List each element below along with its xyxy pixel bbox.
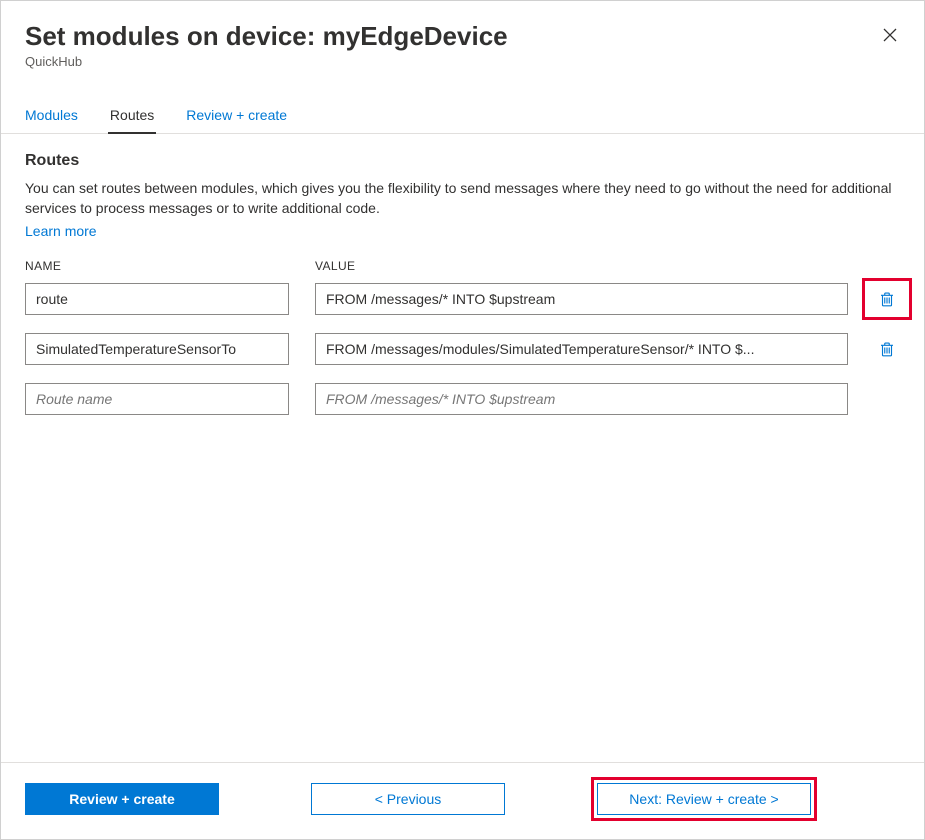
close-icon <box>882 27 898 43</box>
route-row <box>25 333 900 365</box>
section-description: You can set routes between modules, whic… <box>25 178 900 219</box>
route-name-input-empty[interactable] <box>25 383 289 415</box>
close-button[interactable] <box>878 23 902 50</box>
learn-more-link[interactable]: Learn more <box>25 223 97 239</box>
delete-route-button[interactable] <box>874 290 900 308</box>
route-value-input[interactable] <box>315 283 848 315</box>
trash-icon <box>878 290 896 308</box>
previous-button[interactable]: < Previous <box>311 783 505 815</box>
column-header-name: NAME <box>25 259 289 273</box>
route-value-input[interactable] <box>315 333 848 365</box>
column-header-value: VALUE <box>315 259 848 273</box>
hub-name: QuickHub <box>25 54 900 69</box>
route-value-input-empty[interactable] <box>315 383 848 415</box>
route-name-input[interactable] <box>25 283 289 315</box>
route-name-input[interactable] <box>25 333 289 365</box>
route-row-new <box>25 383 900 415</box>
next-button[interactable]: Next: Review + create > <box>597 783 811 815</box>
section-title: Routes <box>25 152 900 170</box>
route-row <box>25 283 900 315</box>
delete-route-button[interactable] <box>874 340 900 358</box>
tab-review-create[interactable]: Review + create <box>186 99 287 133</box>
page-title: Set modules on device: myEdgeDevice <box>25 21 900 52</box>
tab-routes[interactable]: Routes <box>110 99 154 133</box>
tab-modules[interactable]: Modules <box>25 99 78 133</box>
tabs: Modules Routes Review + create <box>1 99 924 134</box>
review-create-button[interactable]: Review + create <box>25 783 219 815</box>
trash-icon <box>878 340 896 358</box>
